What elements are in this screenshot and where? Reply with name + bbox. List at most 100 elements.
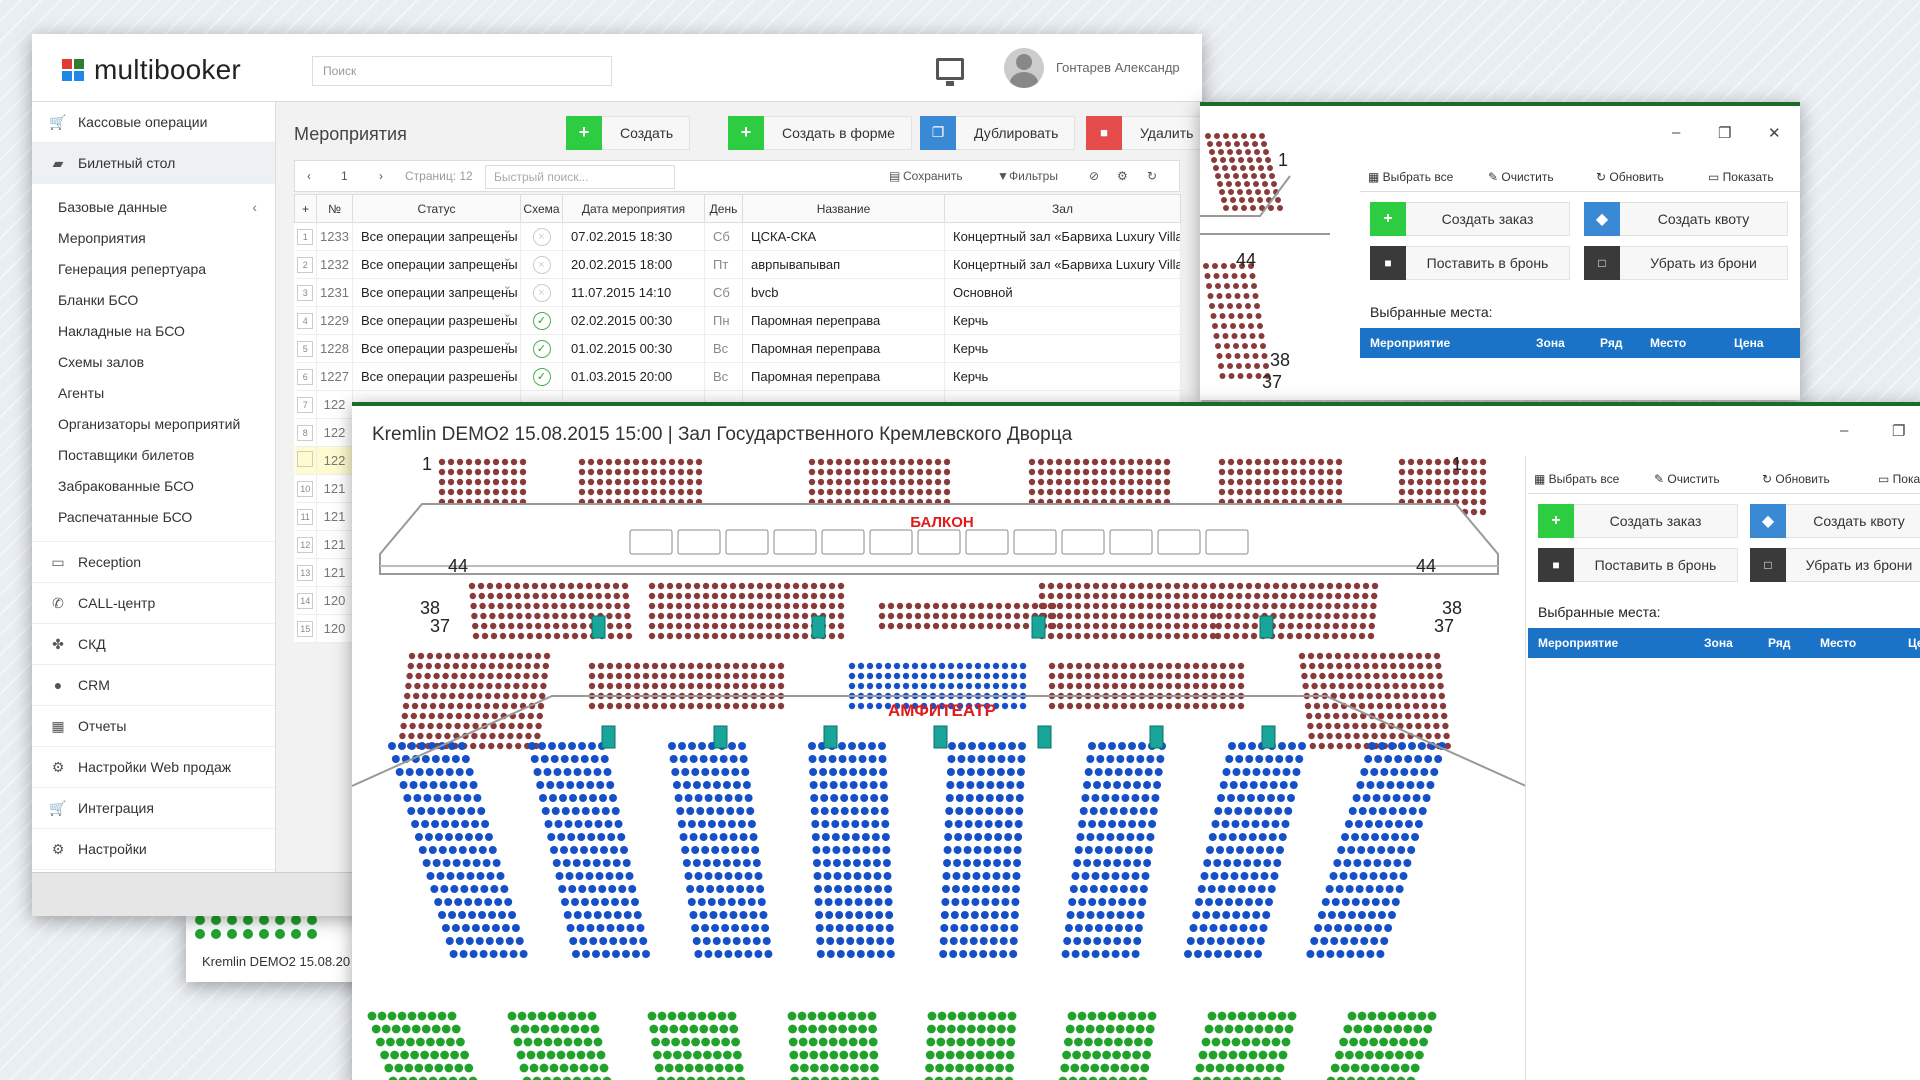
hall-scheme[interactable]: БАЛКОНАМФИТЕАТР1 144 4438 3837 37	[352, 456, 1526, 1080]
sidebar-item-crm[interactable]: ● CRM	[32, 665, 275, 706]
sidebar-item-web-settings[interactable]: ⚙ Настройки Web продаж	[32, 747, 275, 788]
row-index[interactable]: 6	[294, 362, 317, 391]
save-icon[interactable]: ▤	[889, 169, 900, 183]
submenu-item[interactable]: Агенты	[32, 378, 275, 409]
refresh-button[interactable]: ↻ Обновить	[1762, 472, 1830, 486]
table-row[interactable]: 1 1233 Все операции запрещены ⌄ × 07.02.2015 …	[294, 222, 1181, 251]
submenu-item[interactable]: Распечатанные БСО	[32, 502, 275, 533]
reserve-button[interactable]: ■ Поставить в бронь	[1370, 245, 1570, 280]
create-quota-button[interactable]: ◆ Создать квоту	[1750, 503, 1920, 538]
column-header[interactable]: Схема	[520, 194, 563, 223]
sidebar-item-ticket-desk[interactable]: ▰ Билетный стол	[32, 143, 275, 184]
column-header[interactable]: Цена	[1734, 336, 1764, 350]
row-index[interactable]: 8	[294, 418, 317, 447]
box-seat[interactable]	[629, 529, 673, 555]
chevron-left-icon[interactable]: ‹	[252, 192, 257, 223]
row-index[interactable]: 14	[294, 586, 317, 615]
box-seat[interactable]	[1157, 529, 1201, 555]
seating-map[interactable]: БАЛКОН АМФИТЕАТР 1 1 44 44 38 38 37 37	[352, 456, 1526, 1080]
column-header[interactable]: Мероприятие	[1370, 336, 1450, 350]
column-header[interactable]: +	[294, 194, 317, 223]
show-button[interactable]: ▭ Показать	[1708, 170, 1774, 184]
select-all-button[interactable]: ▦ Выбрать все	[1534, 472, 1619, 486]
row-index[interactable]: 3	[294, 278, 317, 307]
sidebar-item-reception[interactable]: ▭ Reception	[32, 542, 275, 583]
quick-search-input[interactable]: Быстрый поиск...	[485, 165, 675, 189]
status-select[interactable]: Все операции разрешены ⌄	[352, 334, 521, 363]
column-header[interactable]: Зал	[944, 194, 1181, 223]
row-index[interactable]: 11	[294, 502, 317, 531]
show-button[interactable]: ▭ Пока	[1878, 472, 1920, 486]
column-header[interactable]: Ряд	[1768, 636, 1790, 650]
unreserve-button[interactable]: □ Убрать из брони	[1584, 245, 1788, 280]
sidebar-item-integration[interactable]: 🛒 Интеграция	[32, 788, 275, 829]
box-seat[interactable]	[677, 529, 721, 555]
box-seat[interactable]	[725, 529, 769, 555]
refresh-icon[interactable]: ↻	[1147, 169, 1157, 183]
ban-icon[interactable]: ⊘	[1089, 169, 1099, 183]
reserve-button[interactable]: ■ Поставить в бронь	[1538, 547, 1738, 582]
box-seat[interactable]	[965, 529, 1009, 555]
column-header[interactable]: Место	[1820, 636, 1856, 650]
column-header[interactable]: Название	[742, 194, 945, 223]
table-row[interactable]: 2 1232 Все операции запрещены ⌄ × 20.02.2015 …	[294, 250, 1181, 279]
minimize-icon[interactable]: –	[1672, 124, 1680, 141]
create-order-button[interactable]: + Создать заказ	[1538, 503, 1738, 538]
box-seat[interactable]	[1013, 529, 1057, 555]
column-header[interactable]: №	[316, 194, 353, 223]
box-seat[interactable]	[917, 529, 961, 555]
close-icon[interactable]: ✕	[1768, 124, 1781, 142]
column-header[interactable]: Цен	[1908, 636, 1920, 650]
sidebar-item-call-center[interactable]: ✆ CALL-центр	[32, 583, 275, 624]
duplicate-button[interactable]: ❐ Дублировать	[920, 115, 1076, 150]
sidebar-item-reports[interactable]: ▦ Отчеты	[32, 706, 275, 747]
search-input[interactable]: Поиск	[312, 56, 612, 86]
minimize-icon[interactable]: –	[1840, 422, 1848, 439]
clear-button[interactable]: ✎ Очистить	[1488, 170, 1554, 184]
submenu-item[interactable]: Забракованные БСО	[32, 471, 275, 502]
sidebar-item-cash[interactable]: 🛒 Кассовые операции	[32, 102, 275, 143]
restore-icon[interactable]: ❐	[1892, 422, 1905, 440]
select-all-button[interactable]: ▦ Выбрать все	[1368, 170, 1453, 184]
table-row[interactable]: 5 1228 Все операции разрешены ⌄ ✓ 01.02.2015 …	[294, 334, 1181, 363]
create-in-form-button[interactable]: + Создать в форме	[728, 115, 912, 150]
row-index[interactable]: 4	[294, 306, 317, 335]
box-seat[interactable]	[869, 529, 913, 555]
column-header[interactable]: Мероприятие	[1538, 636, 1618, 650]
submenu-item[interactable]: Поставщики билетов	[32, 440, 275, 471]
delete-button[interactable]: ■ Удалить	[1086, 115, 1202, 150]
table-row[interactable]: 3 1231 Все операции запрещены ⌄ × 11.07.2015 …	[294, 278, 1181, 307]
column-header[interactable]: Статус	[352, 194, 521, 223]
row-index[interactable]: 13	[294, 558, 317, 587]
submenu-item[interactable]: Бланки БСО	[32, 285, 275, 316]
row-index[interactable]: 12	[294, 530, 317, 559]
avatar[interactable]	[1004, 48, 1044, 88]
unreserve-button[interactable]: □ Убрать из брони	[1750, 547, 1920, 582]
prev-page-icon[interactable]: ‹	[307, 169, 311, 183]
monitor-icon[interactable]	[936, 58, 964, 86]
row-index[interactable]: 10	[294, 474, 317, 503]
status-select[interactable]: Все операции разрешены ⌄	[352, 306, 521, 335]
row-index[interactable]	[294, 446, 317, 475]
submenu-item[interactable]: Организаторы мероприятий	[32, 409, 275, 440]
row-index[interactable]: 7	[294, 390, 317, 419]
submenu-item[interactable]: Базовые данные ‹	[32, 192, 275, 223]
logo[interactable]: multibooker	[62, 54, 241, 86]
refresh-button[interactable]: ↻ Обновить	[1596, 170, 1664, 184]
column-header[interactable]: Ряд	[1600, 336, 1622, 350]
create-button[interactable]: + Создать	[566, 115, 691, 150]
create-quota-button[interactable]: ◆ Создать квоту	[1584, 201, 1788, 236]
box-seat[interactable]	[1205, 529, 1249, 555]
submenu-item[interactable]: Мероприятия	[32, 223, 275, 254]
status-select[interactable]: Все операции запрещены ⌄	[352, 278, 521, 307]
create-order-button[interactable]: + Создать заказ	[1370, 201, 1570, 236]
box-seat[interactable]	[1109, 529, 1153, 555]
restore-icon[interactable]: ❐	[1718, 124, 1731, 142]
box-seat[interactable]	[821, 529, 865, 555]
status-select[interactable]: Все операции запрещены ⌄	[352, 222, 521, 251]
status-select[interactable]: Все операции разрешены ⌄	[352, 362, 521, 391]
column-header[interactable]: Дата мероприятия	[562, 194, 705, 223]
sidebar-item-settings[interactable]: ⚙ Настройки	[32, 829, 275, 870]
row-index[interactable]: 2	[294, 250, 317, 279]
status-select[interactable]: Все операции запрещены ⌄	[352, 250, 521, 279]
